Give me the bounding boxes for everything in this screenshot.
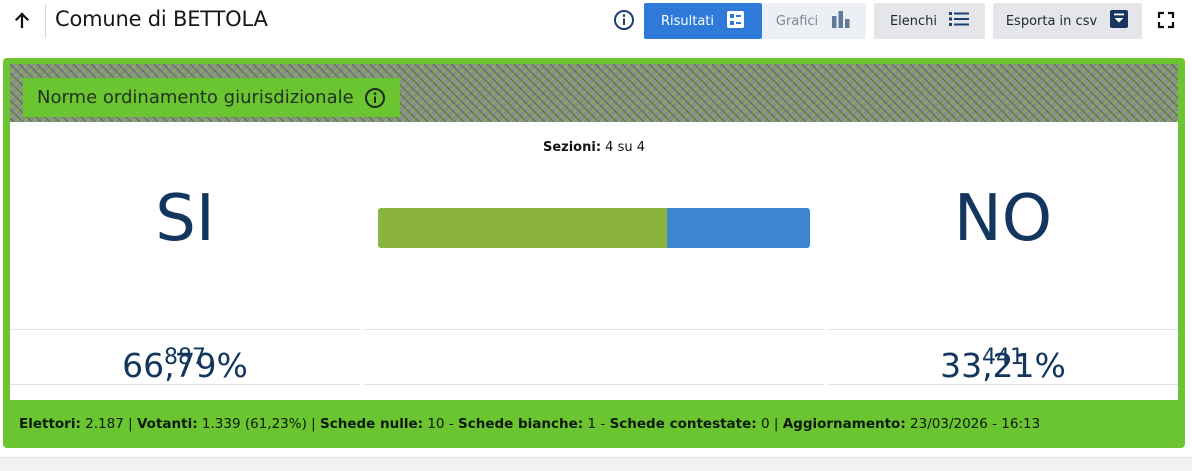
contested-ballots-label: Schede contestate: — [609, 416, 757, 432]
no-percent: 33,21% — [940, 346, 1066, 385]
card-header-pattern: Norme ordinamento giurisdizionale — [10, 64, 1178, 122]
result-bar-no — [666, 208, 810, 248]
export-csv-button[interactable]: Esporta in csv — [993, 3, 1142, 39]
tab-results[interactable]: Risultati — [644, 3, 762, 39]
topic-label: Norme ordinamento giurisdizionale — [23, 78, 400, 117]
back-arrow-icon[interactable] — [8, 4, 36, 36]
tab-charts[interactable]: Grafici — [762, 3, 866, 39]
list-icon — [949, 12, 970, 30]
electors-label: Elettori: — [19, 416, 81, 432]
updated-value: 23/03/2026 - 16:13 — [910, 416, 1041, 432]
lists-button[interactable]: Elenchi — [874, 3, 985, 39]
topic-title: Norme ordinamento giurisdizionale — [37, 87, 354, 108]
voters-value: 1.339 (61,23%) — [201, 416, 307, 432]
yes-percent: 66,79% — [122, 346, 248, 385]
null-ballots-value: 10 — [427, 416, 445, 432]
result-bar — [378, 208, 810, 248]
result-bar-yes — [378, 208, 667, 248]
blank-ballots-value: 1 — [587, 416, 597, 432]
updated-label: Aggiornamento: — [782, 416, 906, 432]
header-divider — [45, 4, 46, 38]
page-bottom-strip — [0, 457, 1192, 471]
referendum-card: Norme ordinamento giurisdizionale Sezion… — [3, 58, 1185, 448]
yes-label: SI — [155, 182, 215, 256]
info-icon[interactable] — [613, 9, 635, 31]
divider-line — [364, 384, 824, 385]
list-detail-icon — [726, 10, 745, 33]
lists-label: Elenchi — [889, 13, 938, 29]
contested-ballots-value: 0 — [760, 416, 770, 432]
turnout-stats: Elettori: 2.187 | Votanti: 1.339 (61,23%… — [19, 416, 1041, 432]
sections-value: 4 su 4 — [605, 140, 645, 155]
no-label: NO — [953, 182, 1053, 256]
sections-counter: Sezioni: 4 su 4 — [10, 140, 1178, 155]
topic-info-icon[interactable] — [364, 87, 386, 109]
electors-value: 2.187 — [85, 416, 124, 432]
divider-line — [828, 329, 1178, 330]
download-icon — [1109, 9, 1129, 33]
fullscreen-icon[interactable] — [1156, 10, 1176, 30]
divider-line — [10, 329, 360, 330]
voters-label: Votanti: — [136, 416, 198, 432]
export-csv-label: Esporta in csv — [1005, 13, 1098, 29]
top-bar: Comune di BETTOLA Risultati Grafici Elen… — [0, 0, 1192, 42]
tab-charts-label: Grafici — [775, 13, 819, 29]
bar-chart-icon — [830, 10, 852, 33]
null-ballots-label: Schede nulle: — [320, 416, 424, 432]
sections-label: Sezioni: — [542, 140, 602, 155]
page-title: Comune di BETTOLA — [55, 7, 268, 31]
divider-line — [364, 329, 824, 330]
tab-results-label: Risultati — [660, 13, 715, 29]
blank-ballots-label: Schede bianche: — [458, 416, 584, 432]
